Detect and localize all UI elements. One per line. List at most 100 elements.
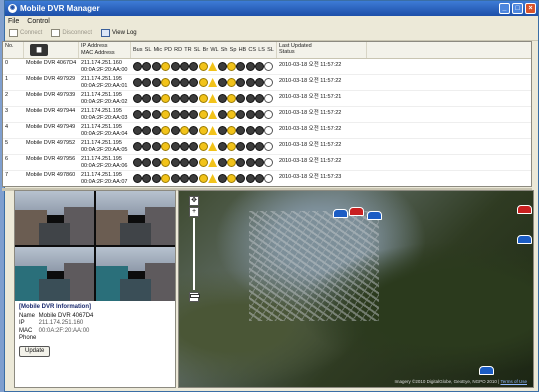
bus-marker-icon-alert[interactable]: [349, 207, 364, 216]
status-indicator-icon: [245, 142, 255, 151]
bus-marker-icon[interactable]: [517, 235, 532, 244]
info-phone-row: Phone: [19, 335, 171, 343]
status-indicator-icon: [255, 126, 265, 135]
status-indicator-icon: [179, 94, 189, 103]
status-indicator-icon: [142, 94, 152, 103]
status-indicator-icon: [236, 62, 246, 71]
connect-icon: [9, 29, 18, 37]
table-row[interactable]: 6 Mobile DVR 497956 211.174.251.195 00:0A:2…: [3, 155, 531, 171]
satellite-map[interactable]: ✥ + − Imagery ©2010 DigitalGlobe, GeoEye…: [178, 190, 534, 388]
table-row[interactable]: 4 Mobile DVR 497949 211.174.251.195 00:0A:2…: [3, 123, 531, 139]
status-indicator-icon: [133, 110, 142, 119]
row-last-updated: 2010-03-18 오전 11:57:22: [279, 78, 342, 84]
table-row[interactable]: 7 Mobile DVR 497860 211.174.251.195 00:0A:2…: [3, 171, 531, 186]
row-mac: 00:0A:2F:20:AA:01: [81, 83, 128, 89]
zoom-slider-handle[interactable]: [190, 294, 200, 298]
status-indicator-icon: [264, 158, 274, 167]
status-indicator-icon: [170, 158, 180, 167]
header-icon-pd: PD: [164, 47, 172, 53]
status-indicator-icon: [179, 110, 189, 119]
zoom-slider-track[interactable]: [193, 218, 195, 290]
zoom-in-button[interactable]: +: [189, 207, 199, 217]
row-ip: 211.174.251.195: [81, 140, 122, 146]
info-ip-label: IP: [19, 320, 25, 326]
window-title: Mobile DVR Manager: [20, 4, 100, 13]
status-indicator-icon: [151, 158, 161, 167]
info-ip-value: 211.174.251.160: [38, 320, 84, 326]
maximize-button[interactable]: □: [512, 3, 523, 14]
row-status-icons: [131, 139, 277, 154]
row-ip: 211.174.251.195: [81, 172, 122, 178]
update-button[interactable]: Update: [19, 345, 51, 357]
view-log-button[interactable]: View Log: [101, 29, 137, 37]
dvr-list-table[interactable]: No. ▆ IP Address MAC Address Bus SL Mic …: [2, 41, 532, 187]
status-indicator-icon: [226, 110, 236, 119]
header-no[interactable]: No.: [3, 42, 24, 58]
status-indicator-icon: [217, 158, 227, 167]
row-no: 3: [5, 108, 9, 114]
row-status-icons: [131, 91, 277, 106]
status-indicator-icon: [133, 62, 142, 71]
status-indicator-icon: [161, 142, 171, 151]
status-indicator-icon: [170, 110, 180, 119]
row-no: 0: [5, 60, 9, 66]
menu-control[interactable]: Control: [27, 18, 50, 25]
status-indicator-icon: [208, 110, 218, 119]
header-icon-tr: TR: [184, 47, 192, 53]
bus-marker-icon[interactable]: [479, 366, 494, 375]
header-status-icons: Bus SL Mic PD RD TR SL Br WL Sh Sp HB CS…: [131, 42, 277, 58]
pan-icon[interactable]: ✥: [189, 196, 199, 206]
video-preview[interactable]: [15, 191, 175, 301]
table-row[interactable]: 1 Mobile DVR 497929 211.174.251.195 00:0A:2…: [3, 75, 531, 91]
connect-button[interactable]: Connect: [9, 29, 42, 37]
status-indicator-icon: [198, 126, 208, 135]
status-indicator-icon: [236, 78, 246, 87]
info-title: [Mobile DVR Information]: [19, 304, 91, 310]
row-no: 2: [5, 92, 9, 98]
header-icon-sl2: SL: [193, 47, 201, 53]
minimize-button[interactable]: _: [499, 3, 510, 14]
row-address: 211.174.251.195 00:0A:2F:20:AA:06: [79, 155, 131, 170]
status-indicator-icon: [161, 110, 171, 119]
table-row[interactable]: 2 Mobile DVR 497939 211.174.251.195 00:0A:2…: [3, 91, 531, 107]
header-update[interactable]: Last Updated Status: [277, 42, 367, 58]
status-indicator-icon: [151, 94, 161, 103]
row-mac: 00:0A:2F:20:AA:06: [81, 163, 128, 169]
bus-marker-icon[interactable]: [333, 209, 348, 218]
row-last-updated: 2010-03-18 오전 11:57:22: [279, 142, 342, 148]
status-indicator-icon: [217, 94, 227, 103]
status-indicator-icon: [208, 174, 218, 183]
row-mac: 00:0A:2F:20:AA:07: [81, 179, 128, 185]
header-address[interactable]: IP Address MAC Address: [79, 42, 131, 58]
status-indicator-icon: [170, 94, 180, 103]
menu-bar: File Control: [5, 16, 538, 26]
camera-view-2: [96, 191, 175, 245]
close-button[interactable]: ×: [525, 3, 536, 14]
row-address: 211.174.251.195 00:0A:2F:20:AA:02: [79, 91, 131, 106]
status-indicator-icon: [217, 78, 227, 87]
row-ip: 211.174.251.160: [81, 60, 122, 66]
row-no: 6: [5, 156, 9, 162]
table-row[interactable]: 0 Mobile DVR 4067D4 211.174.251.160 00:0A:2…: [3, 59, 531, 75]
bus-marker-icon-alert[interactable]: [517, 205, 532, 214]
status-indicator-icon: [133, 78, 142, 87]
row-name: Mobile DVR 497929: [26, 76, 76, 82]
bus-icon: ▆: [30, 44, 48, 56]
status-indicator-icon: [142, 126, 152, 135]
terms-link[interactable]: Terms of Use: [500, 379, 527, 384]
menu-file[interactable]: File: [8, 18, 19, 25]
table-row[interactable]: 5 Mobile DVR 497952 211.174.251.195 00:0A:2…: [3, 139, 531, 155]
header-icon-hb: HB: [238, 47, 247, 53]
table-row[interactable]: 3 Mobile DVR 497944 211.174.251.195 00:0A:2…: [3, 107, 531, 123]
status-indicator-icon: [170, 78, 180, 87]
status-indicator-icon: [226, 62, 236, 71]
row-status-icons: [131, 75, 277, 90]
bus-marker-icon[interactable]: [367, 211, 382, 220]
status-indicator-icon: [245, 126, 255, 135]
status-indicator-icon: [189, 142, 199, 151]
info-name-row: Name Mobile DVR 4067D4: [19, 313, 171, 321]
disconnect-button[interactable]: Disconnect: [51, 29, 92, 37]
row-mac: 00:0A:2F:20:AA:02: [81, 99, 128, 105]
row-name: Mobile DVR 497952: [26, 140, 76, 146]
status-indicator-icon: [198, 174, 208, 183]
